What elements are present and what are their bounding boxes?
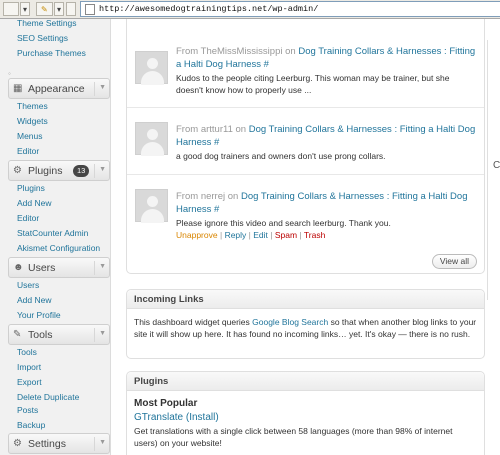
collapse-dot-icon[interactable]: ◦ [8,69,11,78]
chevron-down-icon[interactable]: ▼ [99,84,106,91]
sidebar-item-plugins[interactable]: Plugins [17,183,45,193]
comment-author: nerrej [200,191,226,202]
sidebar-section-label: Tools [28,329,53,341]
widget-title[interactable]: Incoming Links [127,290,484,309]
plugin-name-link[interactable]: GTranslate [134,412,183,423]
plugins-widget: Plugins Most Popular GTranslate (Install… [126,371,485,455]
sidebar-item-users[interactable]: Users [17,280,39,290]
chevron-down-icon[interactable]: ▼ [99,439,106,446]
plugin-description: Get translations with a single click bet… [134,426,453,448]
users-icon: ☻ [13,262,24,273]
comment-text: Kudos to the people citing Leerburg. Thi… [176,73,450,95]
incoming-links-widget: Incoming Links This dashboard widget que… [126,289,485,359]
avatar [135,189,168,223]
sidebar-item-widgets[interactable]: Widgets [17,116,48,126]
appearance-icon: ▦ [13,83,23,94]
sidebar-item-akismet-configuration[interactable]: Akismet Configuration [17,243,100,253]
avatar [135,122,168,156]
admin-sidebar: Theme Settings SEO Settings Purchase The… [0,18,111,455]
comment-item: From nerrej on Dog Training Collars & Ha… [127,175,484,274]
avatar [135,51,168,85]
sidebar-section-appearance[interactable]: ▦ Appearance ▼ [8,78,110,99]
sidebar-section-label: Settings [28,438,66,450]
sidebar-item-theme-settings[interactable]: Theme Settings [17,18,77,28]
update-count-badge: 13 [73,165,90,177]
sidebar-item-add-new-plugin[interactable]: Add New [17,198,52,208]
comment-item: From arttur11 on Dog Training Collars & … [127,108,484,175]
widget-content: Most Popular GTranslate (Install) Get tr… [127,391,484,455]
sidebar-item-export[interactable]: Export [17,377,42,387]
widget-content: This dashboard widget queries Google Blo… [134,317,477,339]
menu-separator-button[interactable] [66,2,76,16]
sidebar-item-delete-duplicate[interactable]: Delete Duplicate [17,392,79,402]
recent-comments-widget: From TheMissMississippi on Dog Training … [126,19,485,274]
sidebar-item-purchase-themes[interactable]: Purchase Themes [17,48,86,58]
sidebar-item-plugin-editor[interactable]: Editor [17,213,39,223]
sidebar-section-settings[interactable]: ⚙ Settings ▼ [8,433,110,454]
comment-item: From TheMissMississippi on Dog Training … [127,19,484,108]
page-icon [85,4,95,15]
comment-meta: From arttur11 on Dog Training Collars & … [176,124,476,148]
sidebar-item-editor[interactable]: Editor [17,146,39,156]
right-column-widget: C [487,40,500,300]
chevron-down-icon[interactable]: ▼ [99,166,106,173]
sidebar-section-users[interactable]: ☻ Users ▼ [8,257,110,278]
chevron-down-icon[interactable]: ▼ [99,263,106,270]
install-plugin-link[interactable]: (Install) [186,412,219,423]
sidebar-section-label: Plugins [28,165,63,177]
most-popular-heading: Most Popular [134,398,198,409]
edit-dropdown-button[interactable]: ▾ [54,2,64,16]
page-dropdown-button[interactable]: ▾ [20,2,30,16]
comment-meta: From TheMissMississippi on Dog Training … [176,46,476,70]
pencil-icon[interactable]: ✎ [36,2,53,16]
sidebar-section-label: Appearance [28,83,85,95]
comment-text: Please ignore this video and search leer… [176,218,391,228]
chevron-down-icon: ▾ [23,5,28,14]
edit-link[interactable]: Edit [253,230,268,240]
comment-text: a good dog trainers and owners don't use… [176,151,386,161]
comment-author: TheMissMississippi [200,46,283,57]
comment-row-actions: Unapprove | Reply | Edit | Spam | Trash [176,230,326,240]
plugins-icon: ⚙ [13,165,22,176]
tools-icon: ✎ [13,329,22,340]
sidebar-item-your-profile[interactable]: Your Profile [17,310,61,320]
view-all-button[interactable]: View all [431,254,477,269]
comment-author: arttur11 [200,124,233,135]
sidebar-item-delete-duplicate-posts[interactable]: Posts [17,405,38,415]
widget-title[interactable]: Plugins [127,372,484,391]
partial-widget-letter-icon: C [493,160,500,171]
sidebar-item-import[interactable]: Import [17,362,41,372]
plugin-entry: GTranslate (Install) [134,412,477,424]
sidebar-section-label: Users [28,262,56,274]
address-bar-text[interactable]: http://awesomedogtrainingtips.net/wp-adm… [99,4,318,14]
page-icon-button[interactable] [3,2,19,16]
trash-link[interactable]: Trash [304,230,325,240]
chevron-down-icon[interactable]: ▼ [99,330,106,337]
sidebar-section-plugins[interactable]: ⚙ Plugins 13 ▼ [8,160,110,181]
dashboard-main: From TheMissMississippi on Dog Training … [111,19,500,455]
google-blog-search-link[interactable]: Google Blog Search [252,317,328,327]
reply-link[interactable]: Reply [225,230,247,240]
chevron-down-icon: ▾ [57,5,62,14]
settings-icon: ⚙ [13,438,22,449]
sidebar-item-statcounter-admin[interactable]: StatCounter Admin [17,228,88,238]
sidebar-item-tools[interactable]: Tools [17,347,37,357]
sidebar-item-themes[interactable]: Themes [17,101,48,111]
unapprove-link[interactable]: Unapprove [176,230,218,240]
browser-toolbar: ▾ ✎ ▾ http://awesomedogtrainingtips.net/… [0,0,500,19]
spam-link[interactable]: Spam [275,230,297,240]
sidebar-section-tools[interactable]: ✎ Tools ▼ [8,324,110,345]
comment-meta: From nerrej on Dog Training Collars & Ha… [176,191,468,215]
sidebar-item-menus[interactable]: Menus [17,131,43,141]
sidebar-item-add-new-user[interactable]: Add New [17,295,52,305]
sidebar-item-backup[interactable]: Backup [17,420,45,430]
address-bar[interactable]: http://awesomedogtrainingtips.net/wp-adm… [80,1,500,17]
sidebar-item-seo-settings[interactable]: SEO Settings [17,33,68,43]
